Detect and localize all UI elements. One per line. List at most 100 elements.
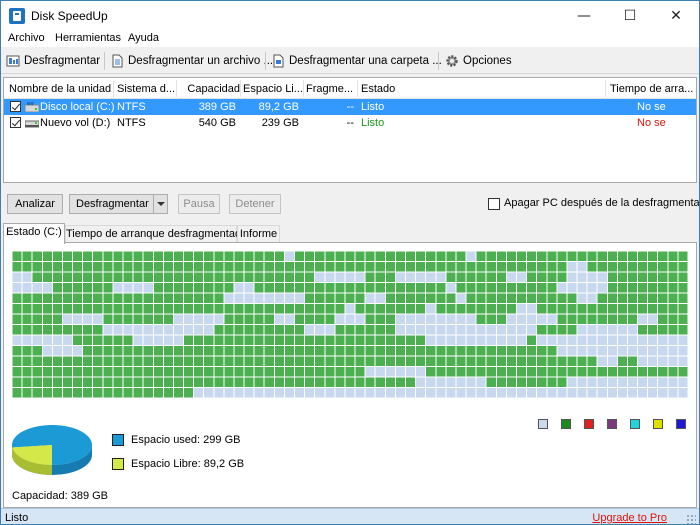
menu-ayuda[interactable]: Ayuda xyxy=(128,32,159,44)
stop-button[interactable]: Detener xyxy=(229,194,281,214)
drive-row[interactable]: Nuevo vol (D:) NTFS 540 GB 239 GB -- Lis… xyxy=(4,115,696,131)
cluster-map xyxy=(12,251,688,398)
used-cluster xyxy=(62,325,73,335)
used-cluster xyxy=(305,304,315,314)
close-button[interactable]: ✕ xyxy=(653,1,699,31)
free-cluster xyxy=(617,335,627,345)
used-cluster xyxy=(83,367,93,377)
column-divider[interactable] xyxy=(303,80,304,97)
used-cluster xyxy=(577,251,587,261)
used-cluster xyxy=(658,325,668,335)
analyze-button[interactable]: Analizar xyxy=(7,194,63,214)
free-cluster xyxy=(244,388,254,398)
free-cluster xyxy=(658,356,668,366)
free-cluster xyxy=(627,335,638,345)
used-cluster xyxy=(315,367,325,377)
used-cluster xyxy=(305,356,315,366)
used-cluster xyxy=(496,283,506,293)
used-cluster xyxy=(537,283,547,293)
app-window: Disk SpeedUp — ☐ ✕ Archivo Herramientas … xyxy=(0,0,700,525)
free-cluster xyxy=(607,388,617,398)
used-cluster xyxy=(496,346,506,356)
used-cluster xyxy=(173,367,184,377)
free-cluster xyxy=(587,283,597,293)
menu-archivo[interactable]: Archivo xyxy=(8,32,45,44)
used-cluster xyxy=(22,356,32,366)
free-cluster xyxy=(214,314,224,324)
free-cluster xyxy=(295,293,305,303)
free-cluster xyxy=(668,388,678,398)
used-cluster xyxy=(506,367,516,377)
used-cluster xyxy=(557,251,567,261)
upgrade-link[interactable]: Upgrade to Pro xyxy=(592,512,667,524)
free-cluster xyxy=(527,325,537,335)
column-divider[interactable] xyxy=(357,80,358,97)
free-cluster xyxy=(597,356,607,366)
used-cluster xyxy=(184,283,194,293)
free-space-swatch xyxy=(112,458,124,470)
used-cluster xyxy=(385,304,395,314)
used-cluster xyxy=(527,283,537,293)
column-divider[interactable] xyxy=(605,80,606,97)
options-button[interactable]: Opciones xyxy=(445,52,512,70)
defrag-toolbar-button[interactable]: Desfragmentar xyxy=(6,52,100,70)
used-cluster xyxy=(365,304,375,314)
used-cluster xyxy=(184,335,194,345)
used-cluster xyxy=(93,377,103,387)
drive-boot-time: No se xyxy=(637,101,666,113)
free-cluster xyxy=(133,283,143,293)
used-cluster xyxy=(274,325,284,335)
pause-button[interactable]: Pausa xyxy=(178,194,220,214)
drive-row[interactable]: Disco local (C:) NTFS 389 GB 89,2 GB -- … xyxy=(4,99,696,115)
column-status[interactable]: Estado xyxy=(361,83,601,95)
tab-estado[interactable]: Estado (C:) xyxy=(3,223,65,244)
column-name[interactable]: Nombre de la unidad xyxy=(9,83,114,95)
maximize-button[interactable]: ☐ xyxy=(607,1,653,31)
defrag-folder-button[interactable]: Desfragmentar una carpeta ... xyxy=(271,52,442,70)
column-free-space[interactable]: Espacio Li... xyxy=(243,83,303,95)
used-cluster xyxy=(214,356,224,366)
used-cluster xyxy=(62,377,73,387)
used-cluster xyxy=(678,262,688,272)
column-divider[interactable] xyxy=(113,80,114,97)
used-cluster xyxy=(345,262,355,272)
used-cluster xyxy=(345,293,355,303)
defrag-file-button[interactable]: Desfragmentar un archivo ... xyxy=(110,52,273,70)
chevron-down-icon[interactable] xyxy=(153,195,167,213)
column-capacity[interactable]: Capacidad xyxy=(180,83,240,95)
column-divider[interactable] xyxy=(240,80,241,97)
used-cluster xyxy=(194,283,204,293)
free-cluster xyxy=(436,388,446,398)
minimize-button[interactable]: — xyxy=(561,1,607,31)
free-cluster xyxy=(648,335,658,345)
used-cluster xyxy=(567,325,577,335)
used-cluster xyxy=(12,251,22,261)
column-boot-time[interactable]: Tiempo de arra... xyxy=(610,83,694,95)
used-cluster xyxy=(547,377,557,387)
used-cluster xyxy=(587,262,597,272)
used-cluster xyxy=(153,283,163,293)
menu-herramientas[interactable]: Herramientas xyxy=(55,32,121,44)
column-filesystem[interactable]: Sistema d... xyxy=(117,83,175,95)
used-cluster xyxy=(355,304,365,314)
used-cluster xyxy=(32,388,42,398)
used-cluster xyxy=(184,293,194,303)
used-cluster xyxy=(184,251,194,261)
free-cluster xyxy=(577,272,587,282)
defrag-split-button[interactable]: Desfragmentar xyxy=(69,194,168,214)
free-cluster xyxy=(567,388,577,398)
drive-checkbox[interactable] xyxy=(10,117,21,128)
used-cluster xyxy=(496,377,506,387)
used-cluster xyxy=(476,262,486,272)
resize-grip[interactable] xyxy=(686,514,696,524)
drive-checkbox[interactable] xyxy=(10,101,21,112)
used-cluster xyxy=(194,293,204,303)
column-divider[interactable] xyxy=(176,80,177,97)
free-cluster xyxy=(466,325,476,335)
column-fragmentation[interactable]: Fragme... xyxy=(306,83,358,95)
free-cluster xyxy=(436,314,446,324)
free-cluster xyxy=(305,388,315,398)
free-cluster xyxy=(607,335,617,345)
used-cluster xyxy=(254,325,264,335)
shutdown-checkbox[interactable] xyxy=(488,198,500,210)
